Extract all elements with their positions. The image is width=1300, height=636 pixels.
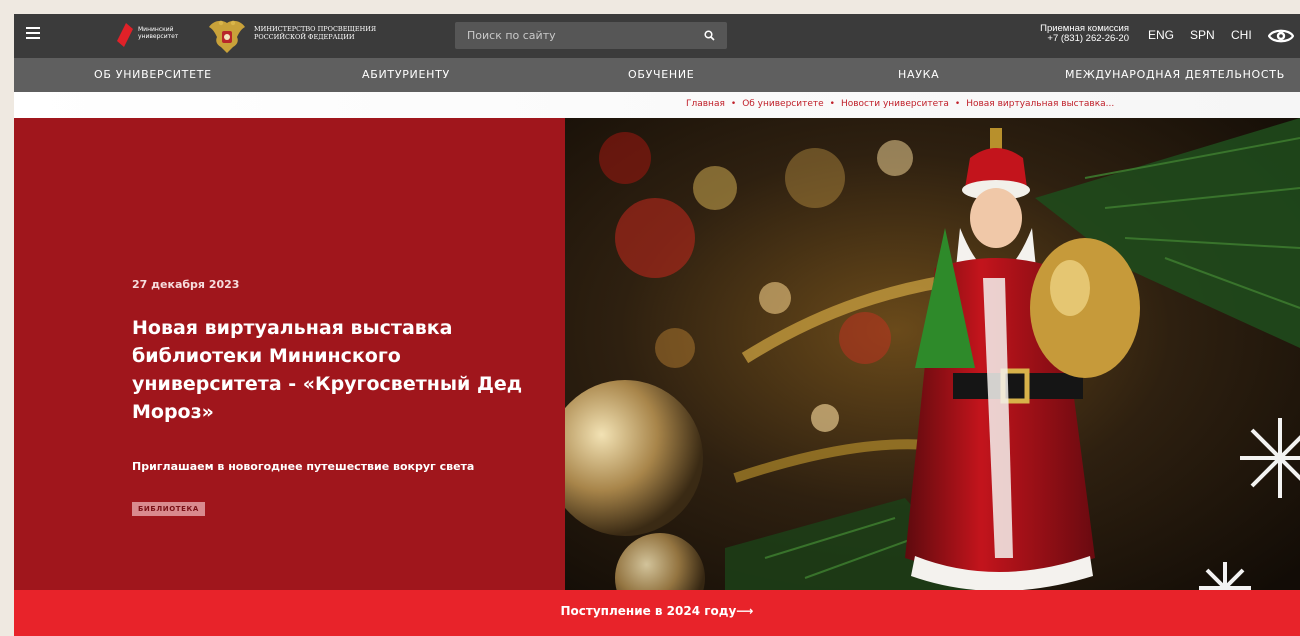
admission-contacts[interactable]: Приемная комиссия +7 (831) 262-26-20 xyxy=(1021,24,1129,44)
hero-text-panel: 27 декабря 2023 Новая виртуальная выстав… xyxy=(14,118,565,590)
nav-item-about[interactable]: ОБ УНИВЕРСИТЕТЕ xyxy=(94,68,212,81)
breadcrumb-separator: • xyxy=(730,99,737,109)
admission-2024-banner[interactable]: Поступление в 2024 году⟶ xyxy=(14,590,1300,636)
menu-icon[interactable] xyxy=(26,27,40,39)
search-box[interactable] xyxy=(455,22,727,49)
breadcrumb: Главная • Об университете • Новости универси… xyxy=(686,99,1114,109)
admission-phone[interactable]: +7 (831) 262-26-20 xyxy=(1021,34,1129,44)
university-logo-text[interactable]: Мининский университет xyxy=(138,26,198,40)
breadcrumb-current: Новая виртуальная выставка... xyxy=(966,99,1115,109)
ministry-line1: МИНИСТЕРСТВО ПРОСВЕЩЕНИЯ xyxy=(254,25,377,33)
ministry-line2: РОССИЙСКОЙ ФЕДЕРАЦИИ xyxy=(254,33,355,41)
nav-item-applicants[interactable]: АБИТУРИЕНТУ xyxy=(362,68,450,81)
main-nav: ОБ УНИВЕРСИТЕТЕ АБИТУРИЕНТУ ОБУЧЕНИЕ НАУ… xyxy=(14,58,1300,92)
search-icon[interactable] xyxy=(704,30,715,41)
breadcrumb-bar: Главная • Об университете • Новости универси… xyxy=(14,92,1300,118)
university-logo-icon[interactable] xyxy=(117,23,133,47)
breadcrumb-separator: • xyxy=(829,99,835,109)
page: Мининский университет МИНИСТЕРСТВО ПРОСВ… xyxy=(14,14,1300,636)
news-subtitle: Приглашаем в новогоднее путешествие вокр… xyxy=(132,460,475,473)
coat-of-arms-icon[interactable] xyxy=(207,17,247,55)
breadcrumb-news[interactable]: Новости университета xyxy=(841,99,949,109)
nav-item-international[interactable]: МЕЖДУНАРОДНАЯ ДЕЯТЕЛЬНОСТЬ xyxy=(1065,68,1285,81)
nav-item-education[interactable]: ОБУЧЕНИЕ xyxy=(628,68,694,81)
ministry-title[interactable]: МИНИСТЕРСТВО ПРОСВЕЩЕНИЯ РОССИЙСКОЙ ФЕДЕ… xyxy=(254,25,394,41)
breadcrumb-separator: • xyxy=(954,99,961,109)
admission-2024-link[interactable]: Поступление в 2024 году⟶ xyxy=(14,604,1300,618)
hero-image-santa-ornament xyxy=(565,118,1300,590)
breadcrumb-about[interactable]: Об университете xyxy=(742,99,823,109)
category-tag[interactable]: БИБЛИОТЕКА xyxy=(132,502,205,516)
search-input[interactable] xyxy=(455,22,685,49)
lang-chi-link[interactable]: CHI xyxy=(1231,28,1252,42)
accessibility-eye-icon[interactable] xyxy=(1268,26,1294,46)
logo-text-line1: Мининский xyxy=(138,26,174,33)
news-date: 27 декабря 2023 xyxy=(132,278,240,291)
breadcrumb-home[interactable]: Главная xyxy=(686,99,725,109)
top-bar: Мининский университет МИНИСТЕРСТВО ПРОСВ… xyxy=(14,14,1300,58)
news-title: Новая виртуальная выставка библиотеки Ми… xyxy=(132,317,523,423)
nav-item-science[interactable]: НАУКА xyxy=(898,68,939,81)
lang-eng-link[interactable]: ENG xyxy=(1148,28,1174,42)
logo-text-line2: университет xyxy=(138,33,179,40)
lang-spn-link[interactable]: SPN xyxy=(1190,28,1215,42)
